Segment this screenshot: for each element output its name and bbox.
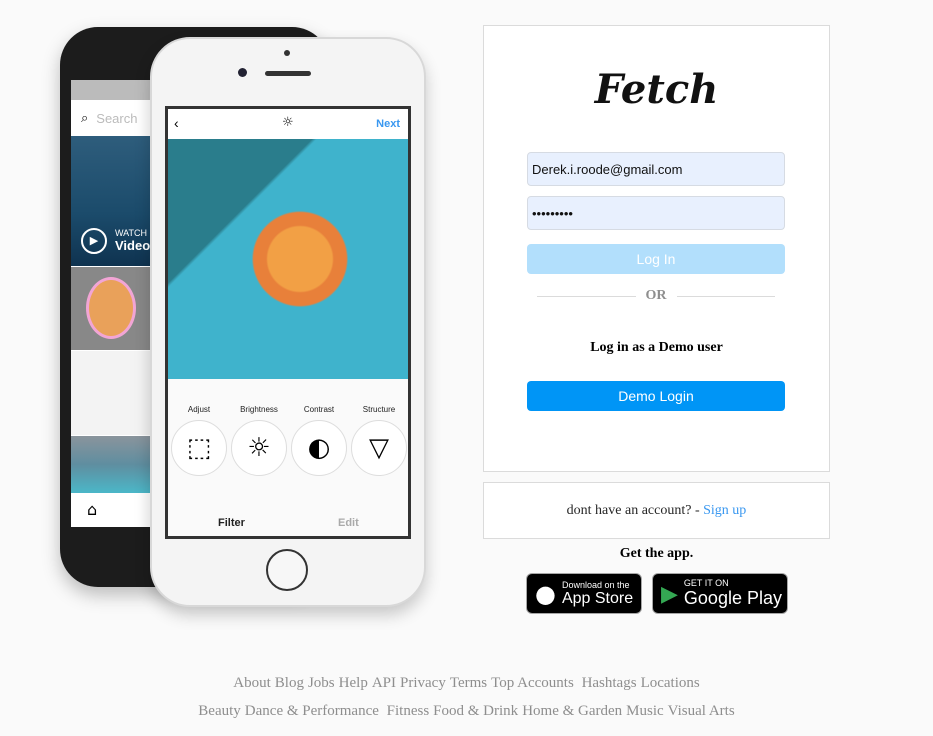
editor-header: ‹ ☼ Next	[168, 109, 408, 139]
app-store-badge[interactable]: ● Download on the App Store	[526, 573, 642, 614]
footer-link[interactable]: Home & Garden	[522, 703, 622, 719]
cat-photo	[71, 267, 161, 350]
tool-label-brightness: Brightness	[240, 405, 278, 414]
search-placeholder: Search	[96, 110, 138, 126]
or-label: OR	[645, 288, 667, 303]
footer-link[interactable]: Visual Arts	[668, 703, 735, 719]
beach-photo	[71, 436, 161, 493]
footer-link[interactable]: Help	[339, 675, 368, 691]
signup-text: dont have an account? -	[566, 502, 700, 518]
or-divider: OR	[537, 288, 775, 304]
brightness-icon: ☼	[282, 115, 294, 130]
tool-label-adjust: Adjust	[187, 405, 211, 414]
video-thumbnail: ▶ WATCH Video	[71, 136, 161, 266]
footer-link[interactable]: Dance & Performance	[245, 703, 379, 719]
footer-row-1: About Blog Jobs Help API Privacy Terms Top Acco…	[0, 675, 933, 692]
logo: Fetch	[594, 66, 719, 113]
password-input[interactable]	[527, 196, 785, 230]
front-phone-screen: ‹ ☼ Next Adjust ⬚ Brightness ☼ Contrast ◐ S…	[165, 106, 411, 539]
footer-link[interactable]: Food & Drink	[433, 703, 518, 719]
footer-link[interactable]: Music	[626, 703, 664, 719]
tab-filter: Filter	[218, 517, 245, 529]
footer-row-2: Beauty Dance & Performance Fitness Food & …	[0, 703, 933, 720]
google-play-badge[interactable]: ▶ GET IT ON Google Play	[652, 573, 788, 614]
apple-icon: ●	[535, 579, 556, 608]
tool-label-structure: Structure	[362, 405, 396, 414]
footer-link[interactable]: Terms	[450, 675, 487, 691]
back-phone-screen: ⌕ Search ▶ WATCH Video ⌂	[71, 80, 161, 527]
demo-heading: Log in as a Demo user	[590, 340, 723, 355]
adjust-icon: ⬚	[171, 420, 227, 476]
footer-link[interactable]: Fitness	[387, 703, 430, 719]
get-app-title: Get the app.	[619, 546, 694, 561]
demo-login-button[interactable]: Demo Login	[527, 381, 785, 411]
tab-edit: Edit	[338, 517, 359, 529]
succulent-photo	[168, 139, 408, 379]
footer-link[interactable]: Privacy	[400, 675, 446, 691]
footer-link[interactable]: Hashtags	[582, 675, 637, 691]
signup-link[interactable]: Sign up	[703, 503, 746, 519]
app-store-small: Download on the	[561, 579, 630, 590]
tool-label-contrast: Contrast	[303, 405, 335, 414]
home-icon: ⌂	[87, 500, 98, 519]
phone-camera	[238, 68, 247, 77]
footer-link[interactable]: Beauty	[198, 703, 241, 719]
structure-icon: ▽	[351, 420, 407, 476]
email-input[interactable]	[527, 152, 785, 186]
signup-box: dont have an account? - Sign up	[483, 482, 830, 539]
contrast-icon: ◐	[291, 420, 347, 476]
google-play-small: GET IT ON	[683, 578, 729, 588]
google-play-big: Google Play	[683, 588, 782, 608]
phone-speaker	[265, 71, 311, 76]
video-label: Video	[115, 238, 151, 253]
play-icon: ▶	[81, 228, 107, 254]
app-store-big: App Store	[561, 589, 634, 607]
footer-link[interactable]: Blog	[275, 675, 304, 691]
dog-photo	[71, 351, 161, 435]
login-button[interactable]: Log In	[527, 244, 785, 274]
watch-label: WATCH	[115, 228, 147, 238]
login-card: Fetch Log In OR Log in as a Demo user De…	[483, 25, 830, 472]
footer-link[interactable]: Locations	[641, 675, 700, 691]
next-label: Next	[376, 118, 400, 130]
phone-sensor	[284, 50, 290, 56]
footer-link[interactable]: Jobs	[308, 675, 335, 691]
footer-link[interactable]: Top Accounts	[491, 675, 574, 691]
phone-home-button	[266, 549, 308, 591]
sun-icon: ☼	[231, 420, 287, 476]
back-icon: ‹	[174, 115, 179, 131]
footer-link[interactable]: About	[233, 675, 271, 691]
search-icon: ⌕	[81, 110, 89, 126]
google-play-icon: ▶	[661, 580, 678, 606]
footer-link[interactable]: API	[372, 675, 396, 691]
